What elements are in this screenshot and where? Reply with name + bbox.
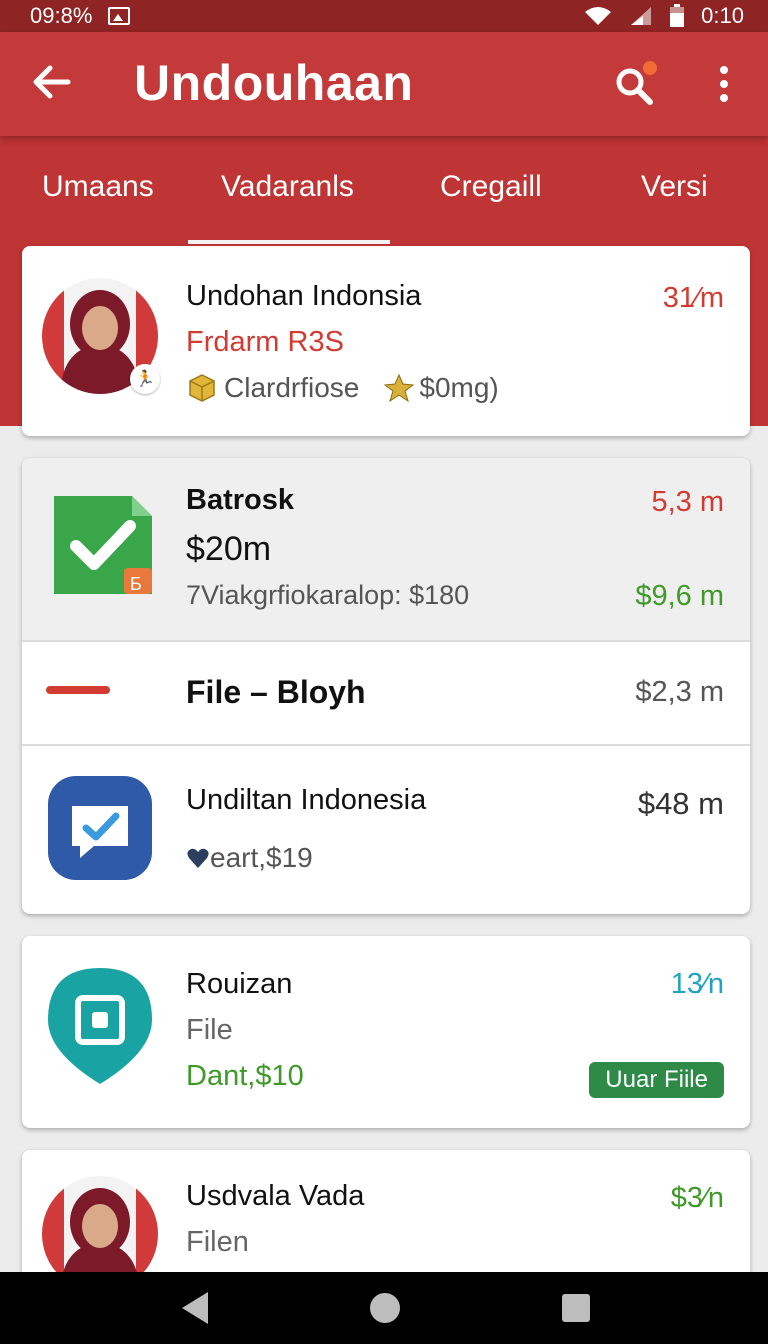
view-file-button[interactable]: Uuar Fiile: [589, 1062, 724, 1098]
search-icon: [616, 61, 657, 105]
minus-icon: [46, 686, 110, 694]
list-item-undiltan[interactable]: Undiltan Indonesia eart,$19 $48 m: [22, 746, 750, 914]
batrosk-title: Batrosk: [186, 484, 294, 516]
rouizan-sub2: Dant,$10: [186, 1060, 304, 1092]
system-nav-bar: [0, 1272, 768, 1344]
badge-icon: 🏃: [130, 364, 160, 394]
profile-title: Undohan Indonsia: [186, 280, 422, 312]
list-item-file-bloyh[interactable]: File – Bloyh $2,3 m: [22, 642, 750, 744]
status-left-text: 09:8%: [30, 3, 93, 28]
usdvala-value: $3⁄n: [670, 1182, 724, 1214]
star-icon: [384, 373, 415, 403]
batrosk-value-top: 5,3 m: [651, 486, 724, 518]
list-item-usdvala[interactable]: Usdvala Vada Filen $3⁄n: [22, 1150, 750, 1290]
profile-subtitle: Frdarm R3S: [186, 326, 344, 358]
search-button[interactable]: [610, 58, 662, 110]
transactions-card: Б Batrosk $20m 7Viakgrfiokaralop: $180 5…: [22, 458, 750, 914]
tab-versi[interactable]: Versi: [641, 170, 708, 204]
more-options-button[interactable]: [706, 58, 742, 110]
profile-card[interactable]: 🏃 Undohan Indonsia Frdarm R3S Clardrfios…: [22, 246, 750, 436]
page-title: Undouhaan: [134, 55, 414, 111]
batrosk-detail: 7Viakgrfiokaralop: $180: [186, 580, 470, 610]
tab-cregaill[interactable]: Cregaill: [440, 170, 542, 204]
icon-badge: Б: [130, 574, 142, 594]
usdvala-title: Usdvala Vada: [186, 1180, 365, 1212]
nav-home-icon[interactable]: [370, 1293, 400, 1323]
status-bar: 09:8% 0:10: [0, 0, 768, 32]
app-bar: Undouhaan: [0, 32, 768, 136]
tab-umaans[interactable]: Umaans: [42, 170, 154, 204]
wifi-icon: [585, 7, 612, 25]
map-pin-square-icon: [48, 968, 152, 1084]
nav-back-icon[interactable]: [182, 1292, 208, 1324]
tag-value: $0mg): [419, 372, 499, 403]
nav-recents-icon[interactable]: [562, 1294, 590, 1322]
back-button[interactable]: [28, 58, 76, 106]
rouizan-sub1: File: [186, 1014, 233, 1046]
clock: 0:10: [701, 3, 744, 28]
list-item-rouizan[interactable]: Rouizan File Dant,$10 13⁄n Uuar Fiile: [22, 936, 750, 1128]
undiltan-title: Undiltan Indonesia: [186, 784, 427, 816]
batrosk-amount: $20m: [186, 530, 272, 568]
file-bloyh-value: $2,3 m: [635, 676, 724, 708]
signal-icon: [631, 7, 652, 25]
battery-icon: [670, 4, 685, 27]
rouizan-value: 13⁄n: [670, 968, 724, 1000]
more-vert-icon: [720, 66, 728, 102]
profile-value: 31⁄m: [662, 282, 724, 314]
list-item-batrosk[interactable]: Б Batrosk $20m 7Viakgrfiokaralop: $180 5…: [22, 458, 750, 640]
profile-tags: Clardrfiose $0mg): [186, 372, 499, 404]
active-tab-indicator: [188, 240, 390, 244]
undiltan-sub-row: eart,$19: [186, 842, 313, 874]
usdvala-sub: Filen: [186, 1226, 249, 1258]
heart-icon: [187, 848, 209, 868]
arrow-left-icon: [33, 65, 71, 99]
tab-bar: Umaans Vadaranls Cregaill Versi: [0, 136, 768, 246]
tag-label: Clardrfiose: [224, 372, 360, 403]
tab-vadaranls[interactable]: Vadaranls: [221, 170, 354, 204]
file-bloyh-title: File – Bloyh: [186, 674, 366, 710]
cube-icon: [189, 374, 215, 402]
image-notification-icon: [108, 7, 131, 25]
chat-check-icon: [48, 776, 152, 880]
rouizan-title: Rouizan: [186, 968, 293, 1000]
batrosk-value-bottom: $9,6 m: [635, 580, 724, 612]
undiltan-sub: eart,$19: [210, 842, 313, 873]
undiltan-value: $48 m: [637, 786, 724, 821]
